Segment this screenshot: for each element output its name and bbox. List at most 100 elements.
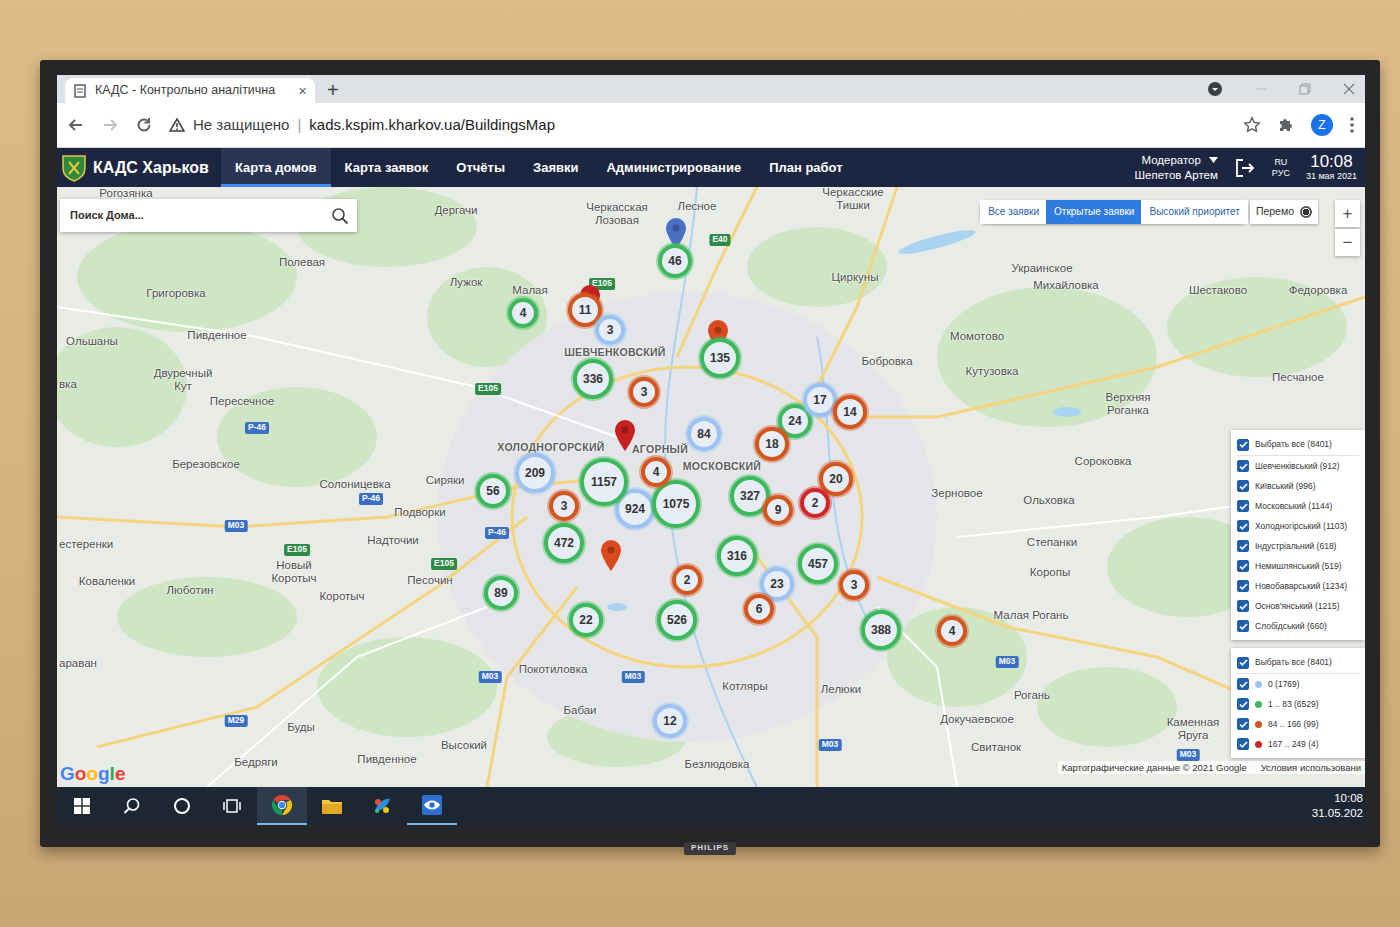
paint-app-icon[interactable] bbox=[371, 795, 393, 817]
legend-checkbox[interactable] bbox=[1237, 620, 1249, 632]
legend-label[interactable]: Немишлянський (519) bbox=[1255, 560, 1342, 573]
legend-label[interactable]: 0 (1769) bbox=[1268, 678, 1300, 691]
legend-checkbox[interactable] bbox=[1237, 480, 1249, 492]
start-button[interactable] bbox=[57, 787, 107, 825]
nav-item[interactable]: Отчёты bbox=[442, 148, 519, 187]
legend-label[interactable]: Індустріальний (618) bbox=[1255, 540, 1336, 553]
nav-item[interactable]: Администрирование bbox=[592, 148, 755, 187]
browser-menu-icon[interactable] bbox=[1349, 116, 1355, 134]
kharkiv-coat-of-arms-icon[interactable] bbox=[61, 154, 87, 182]
building-cluster[interactable]: 14 bbox=[833, 395, 867, 429]
language-label[interactable]: РУС bbox=[1272, 168, 1290, 179]
nav-item[interactable]: Карта заявок bbox=[331, 148, 443, 187]
nav-item[interactable]: Заявки bbox=[519, 148, 592, 187]
building-cluster[interactable]: 4 bbox=[937, 616, 967, 646]
bookmark-star-icon[interactable] bbox=[1243, 116, 1261, 134]
nav-item[interactable]: Карта домов bbox=[221, 148, 331, 187]
building-cluster[interactable]: 526 bbox=[657, 600, 697, 640]
back-arrow-icon[interactable] bbox=[67, 116, 85, 134]
legend-item[interactable]: 0 (1769) bbox=[1237, 674, 1359, 694]
paint-taskbar-item[interactable] bbox=[357, 787, 407, 825]
profile-avatar[interactable]: Z bbox=[1311, 114, 1333, 136]
building-cluster[interactable]: 4 bbox=[641, 457, 671, 487]
user-role[interactable]: Модератор bbox=[1141, 153, 1200, 167]
building-cluster[interactable]: 4 bbox=[508, 298, 538, 328]
windows-logo-icon[interactable] bbox=[74, 798, 90, 814]
legend-checkbox[interactable] bbox=[1237, 439, 1249, 451]
new-tab-button[interactable]: + bbox=[315, 78, 351, 103]
taskbar-search[interactable] bbox=[107, 787, 157, 825]
legend-checkbox[interactable] bbox=[1237, 460, 1249, 472]
building-cluster[interactable]: 46 bbox=[658, 244, 692, 278]
building-cluster[interactable]: 3 bbox=[549, 491, 579, 521]
building-cluster[interactable]: 1157 bbox=[580, 458, 628, 506]
building-cluster[interactable]: 56 bbox=[476, 474, 510, 508]
building-cluster[interactable]: 3 bbox=[629, 377, 659, 407]
cortana-circle-icon[interactable] bbox=[173, 797, 191, 815]
task-view-icon[interactable] bbox=[222, 797, 242, 815]
zoom-in-button[interactable]: + bbox=[1335, 200, 1360, 227]
select-all-row[interactable]: Выбрать все (8401) bbox=[1237, 434, 1359, 456]
legend-item[interactable]: Новобаварський (1234) bbox=[1237, 576, 1359, 596]
dropdown-caret-icon[interactable] bbox=[1209, 157, 1218, 163]
user-role-row[interactable]: Модератор bbox=[1135, 153, 1218, 167]
filter-button[interactable]: Высокий приоритет bbox=[1141, 200, 1247, 224]
cortana-button[interactable] bbox=[157, 787, 207, 825]
legend-item[interactable]: Основ'янський (1215) bbox=[1237, 596, 1359, 616]
taskbar-date[interactable]: 31.05.202 bbox=[1312, 806, 1363, 821]
legend-item[interactable]: 84 .. 166 (99) bbox=[1237, 714, 1359, 734]
user-name[interactable]: Шепетов Артем bbox=[1135, 168, 1218, 182]
building-cluster[interactable]: 2 bbox=[672, 565, 702, 595]
legend-checkbox[interactable] bbox=[1237, 678, 1249, 690]
legend-item[interactable]: Київський (996) bbox=[1237, 476, 1359, 496]
legend-item[interactable]: Московський (1144) bbox=[1237, 496, 1359, 516]
restore-icon[interactable] bbox=[1299, 83, 1311, 95]
legend-label[interactable]: Холодногірський (1103) bbox=[1255, 520, 1347, 533]
legend-label[interactable]: 167 .. 249 (4) bbox=[1268, 738, 1319, 751]
legend-item[interactable]: Холодногірський (1103) bbox=[1237, 516, 1359, 536]
layer-toggle-label[interactable]: Перемо bbox=[1256, 204, 1294, 220]
user-menu[interactable]: МодераторШепетов Артем bbox=[1135, 153, 1218, 182]
building-cluster[interactable]: 472 bbox=[544, 523, 584, 563]
viewer-taskbar-item[interactable] bbox=[407, 787, 457, 825]
legend-label[interactable]: Київський (996) bbox=[1255, 480, 1316, 493]
building-cluster[interactable]: 388 bbox=[861, 610, 901, 650]
buildings-map[interactable]: РогозянкаДергачиЧеркасская ЛозоваяЛесное… bbox=[57, 187, 1365, 787]
taskbar-time[interactable]: 10:08 bbox=[1312, 791, 1363, 806]
building-cluster[interactable]: 6 bbox=[744, 594, 774, 624]
building-cluster[interactable]: 89 bbox=[484, 576, 518, 610]
building-cluster[interactable]: 457 bbox=[798, 544, 838, 584]
legend-checkbox[interactable] bbox=[1237, 520, 1249, 532]
legend-label[interactable]: Выбрать все (8401) bbox=[1255, 656, 1332, 669]
legend-checkbox[interactable] bbox=[1237, 657, 1249, 669]
tab-title[interactable]: КАДС - Контрольно аналітична bbox=[95, 81, 290, 100]
app-title[interactable]: КАДС Харьков bbox=[93, 156, 209, 180]
security-label[interactable]: Не защищено bbox=[193, 114, 289, 137]
legend-checkbox[interactable] bbox=[1237, 500, 1249, 512]
house-search-input[interactable] bbox=[68, 206, 325, 225]
terms-link[interactable]: Условия использовани bbox=[1261, 762, 1361, 773]
legend-item[interactable]: Індустріальний (618) bbox=[1237, 536, 1359, 556]
legend-checkbox[interactable] bbox=[1237, 718, 1249, 730]
map-pin-icon[interactable] bbox=[613, 418, 637, 452]
legend-label[interactable]: Слобідський (660) bbox=[1255, 620, 1327, 633]
legend-label[interactable]: 1 .. 83 (6529) bbox=[1268, 698, 1319, 711]
legend-label[interactable]: Новобаварський (1234) bbox=[1255, 580, 1347, 593]
close-window-icon[interactable] bbox=[1343, 83, 1355, 95]
language-switch[interactable]: RUРУС bbox=[1272, 157, 1290, 179]
language-code[interactable]: RU bbox=[1272, 157, 1290, 168]
building-cluster[interactable]: 22 bbox=[569, 603, 603, 637]
building-cluster[interactable]: 18 bbox=[755, 427, 789, 461]
building-cluster[interactable]: 9 bbox=[763, 495, 793, 525]
select-all-row[interactable]: Выбрать все (8401) bbox=[1237, 652, 1359, 674]
legend-checkbox[interactable] bbox=[1237, 738, 1249, 750]
browser-tab[interactable]: КАДС - Контрольно аналітична × bbox=[65, 78, 315, 103]
tab-close-button[interactable]: × bbox=[298, 83, 307, 98]
legend-item[interactable]: 167 .. 249 (4) bbox=[1237, 734, 1359, 754]
legend-checkbox[interactable] bbox=[1237, 580, 1249, 592]
filter-button[interactable]: Открытые заявки bbox=[1046, 200, 1142, 224]
extensions-puzzle-icon[interactable] bbox=[1277, 116, 1295, 134]
zoom-out-button[interactable]: − bbox=[1335, 229, 1360, 256]
building-cluster[interactable]: 316 bbox=[717, 536, 757, 576]
building-cluster[interactable]: 336 bbox=[573, 359, 613, 399]
